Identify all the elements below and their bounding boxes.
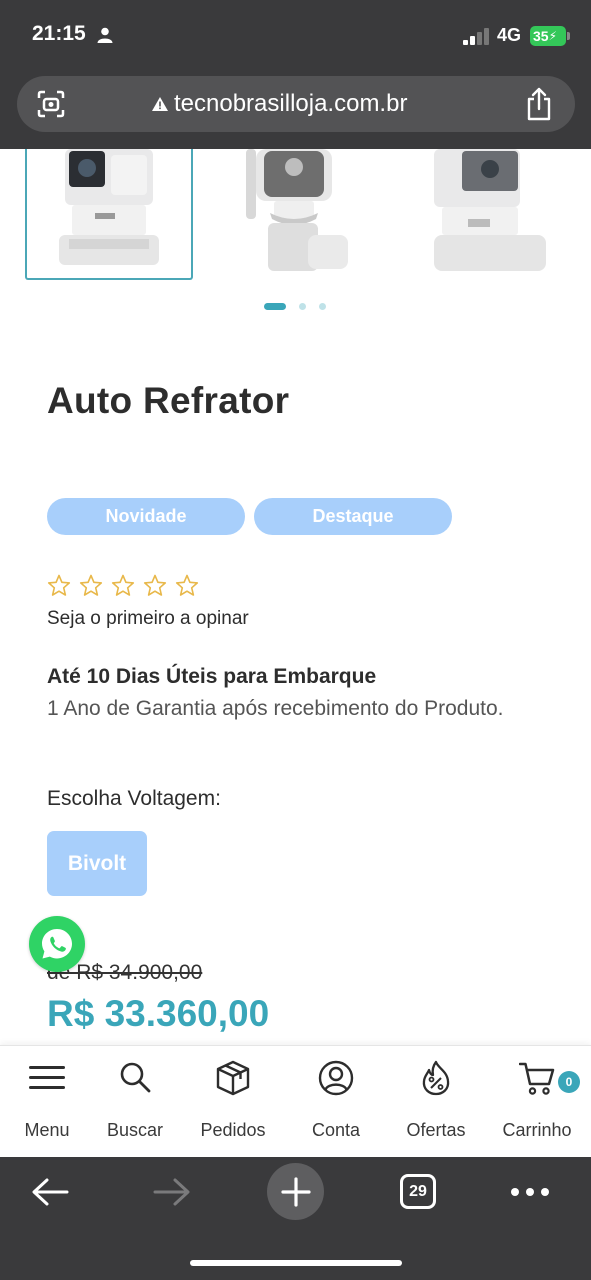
battery-tip (567, 32, 570, 40)
nav-label-carrinho: Carrinho (502, 1120, 572, 1140)
lens-icon[interactable] (36, 89, 66, 119)
nav-ofertas[interactable]: Ofertas (386, 1060, 486, 1150)
plus-icon (280, 1176, 311, 1207)
shipping-info: Até 10 Dias Úteis para Embarque (47, 665, 377, 688)
share-icon[interactable] (525, 87, 553, 121)
voltage-label: Escolha Voltagem: (47, 787, 221, 810)
forward-arrow-icon[interactable] (153, 1177, 191, 1207)
search-icon (120, 1062, 151, 1093)
gallery-thumb[interactable] (25, 149, 193, 280)
nav-label-ofertas: Ofertas (406, 1120, 466, 1140)
nav-label-menu: Menu (24, 1120, 70, 1140)
current-price: R$ 33.360,00 (47, 993, 270, 1034)
whatsapp-button[interactable] (29, 916, 85, 972)
star-icon[interactable] (143, 574, 167, 597)
rating-stars[interactable] (47, 574, 199, 597)
tag-novidade: Novidade (47, 498, 245, 535)
battery-icon: 35 ⚡ (530, 26, 566, 46)
warranty-info: 1 Ano de Garantia após recebimento do Pr… (47, 697, 504, 720)
battery-level: 35 (533, 28, 549, 44)
nav-label-pedidos: Pedidos (200, 1120, 266, 1140)
network-label: 4G (497, 25, 522, 45)
pagination-dot-active[interactable] (264, 303, 286, 310)
url-bar[interactable]: tecnobrasilloja.com.br (17, 76, 575, 132)
pagination-dot[interactable] (319, 303, 326, 310)
nav-menu[interactable]: Menu (0, 1060, 97, 1150)
gallery-thumb[interactable] (212, 149, 380, 280)
warning-icon (152, 97, 168, 111)
box-icon (216, 1060, 250, 1096)
pagination-dot[interactable] (299, 303, 306, 310)
gallery-pagination[interactable] (0, 303, 591, 313)
top-chrome: 21:15 4G 35 ⚡ tecnobrasilloja.com.br (0, 0, 591, 149)
review-prompt[interactable]: Seja o primeiro a opinar (47, 608, 249, 630)
star-icon[interactable] (47, 574, 71, 597)
whatsapp-icon (42, 929, 72, 959)
flame-percent-icon (422, 1060, 450, 1096)
url-text: tecnobrasilloja.com.br (174, 90, 408, 117)
nav-label-conta: Conta (311, 1120, 361, 1140)
product-image (434, 149, 546, 271)
url-display[interactable]: tecnobrasilloja.com.br (151, 90, 407, 118)
signal-icon (463, 28, 489, 45)
nav-pedidos[interactable]: Pedidos (183, 1060, 283, 1150)
product-image (246, 149, 348, 271)
tab-switcher-button[interactable]: 29 (400, 1174, 436, 1209)
star-icon[interactable] (79, 574, 103, 597)
status-time: 21:15 (32, 22, 86, 45)
user-icon (318, 1060, 354, 1096)
product-title: Auto Refrator (47, 380, 290, 421)
star-icon[interactable] (175, 574, 199, 597)
cart-icon (519, 1062, 555, 1095)
new-tab-button[interactable] (267, 1163, 324, 1220)
nav-conta[interactable]: Conta (286, 1060, 386, 1150)
tag-destaque: Destaque (254, 498, 452, 535)
charging-icon: ⚡ (548, 29, 558, 43)
product-gallery[interactable] (0, 149, 591, 289)
browser-toolbar: 29 (0, 1157, 591, 1280)
more-icon[interactable] (510, 1186, 550, 1198)
product-image (59, 149, 159, 265)
gallery-thumb[interactable] (408, 149, 576, 280)
bottom-nav: Menu Buscar Pedidos Conta Ofertas Carrin… (0, 1045, 591, 1157)
star-icon[interactable] (111, 574, 135, 597)
person-icon (97, 27, 113, 43)
menu-icon (29, 1066, 65, 1089)
nav-label-buscar: Buscar (106, 1120, 164, 1140)
nav-buscar[interactable]: Buscar (85, 1060, 185, 1150)
home-indicator (190, 1260, 402, 1266)
cart-count-badge: 0 (558, 1071, 580, 1093)
voltage-option-bivolt[interactable]: Bivolt (47, 831, 147, 896)
back-arrow-icon[interactable] (31, 1177, 69, 1207)
